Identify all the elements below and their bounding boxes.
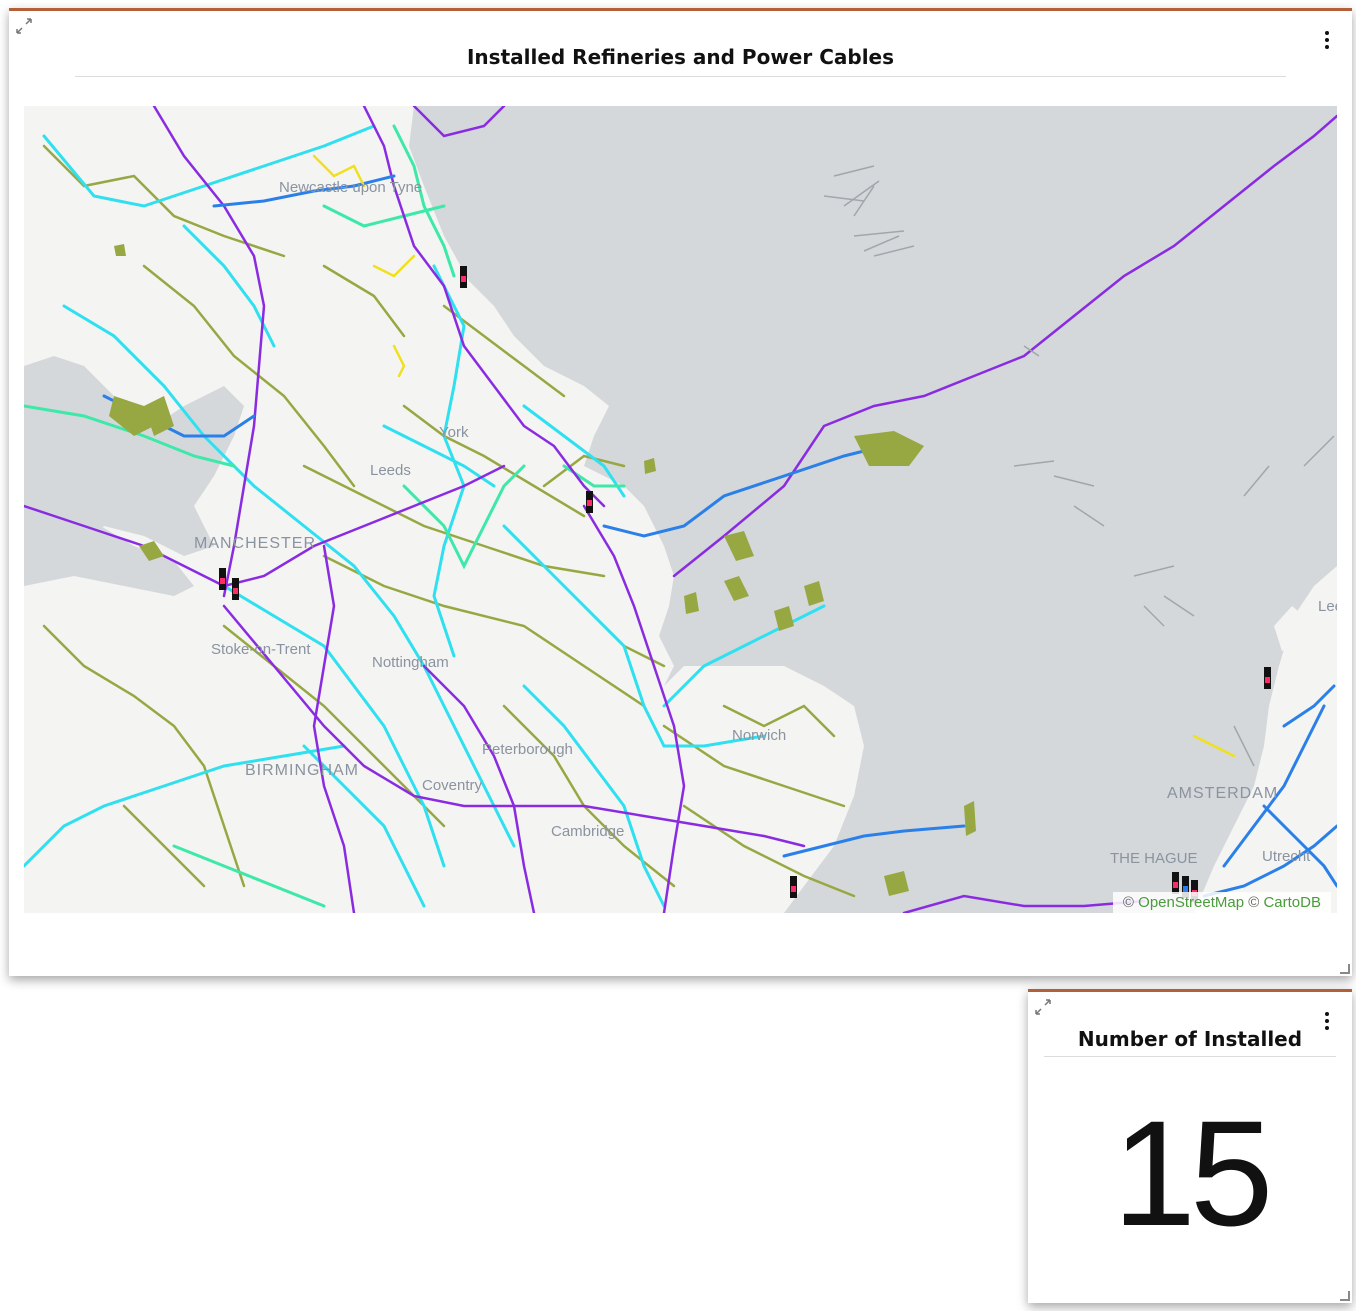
city-label-utrecht: Utrecht: [1262, 848, 1311, 865]
title-divider: [1044, 1056, 1336, 1057]
refinery-marker[interactable]: [790, 876, 797, 898]
city-label-leeds: Leeds: [370, 462, 411, 479]
refinery-marker[interactable]: [1172, 872, 1179, 894]
cartodb-link[interactable]: CartoDB: [1263, 894, 1321, 911]
city-label-the-hague: THE HAGUE: [1110, 850, 1198, 867]
resize-handle[interactable]: [1340, 964, 1350, 974]
city-label-manchester: MANCHESTER: [194, 535, 316, 552]
city-label-newcastle: Newcastle upon Tyne: [279, 179, 422, 196]
count-widget-title: Number of Installed: [1077, 1027, 1303, 1051]
city-label-nottingham: Nottingham: [372, 654, 449, 671]
refinery-marker[interactable]: [219, 568, 226, 590]
refinery-marker[interactable]: [232, 578, 239, 600]
map-view[interactable]: Newcastle upon Tyne York Leeds MANCHESTE…: [24, 106, 1337, 913]
map-attribution: © OpenStreetMap © CartoDB: [1112, 892, 1331, 913]
attribution-osm-prefix: ©: [1122, 894, 1134, 911]
city-label-stoke: Stoke-on-Trent: [211, 641, 311, 658]
city-label-coventry: Coventry: [422, 777, 483, 794]
map-widget-title: Installed Refineries and Power Cables: [466, 45, 895, 69]
count-widget-panel: Number of Installed 15: [1028, 989, 1352, 1303]
attribution-carto-prefix: ©: [1248, 894, 1260, 911]
refinery-marker[interactable]: [586, 491, 593, 513]
expand-icon[interactable]: [15, 17, 33, 35]
city-label-york: York: [439, 424, 469, 441]
resize-handle[interactable]: [1340, 1291, 1350, 1301]
city-label-birmingham: BIRMINGHAM: [245, 762, 359, 779]
city-label-amsterdam: AMSTERDAM: [1167, 785, 1278, 802]
city-label-peterborough: Peterborough: [482, 741, 573, 758]
map-widget-panel: Installed Refineries and Power Cables Ne…: [9, 8, 1352, 976]
map-canvas[interactable]: Newcastle upon Tyne York Leeds MANCHESTE…: [24, 106, 1337, 913]
title-divider: [75, 76, 1286, 77]
city-label-norwich: Norwich: [732, 727, 786, 744]
installed-count-value: 15: [1112, 1089, 1274, 1257]
refinery-marker[interactable]: [460, 266, 467, 288]
city-label-cambridge: Cambridge: [551, 823, 624, 840]
city-label-leeuwarden: Lee: [1318, 598, 1337, 615]
openstreetmap-link[interactable]: OpenStreetMap: [1138, 894, 1244, 911]
expand-icon[interactable]: [1034, 998, 1052, 1016]
refinery-marker[interactable]: [1264, 667, 1271, 689]
